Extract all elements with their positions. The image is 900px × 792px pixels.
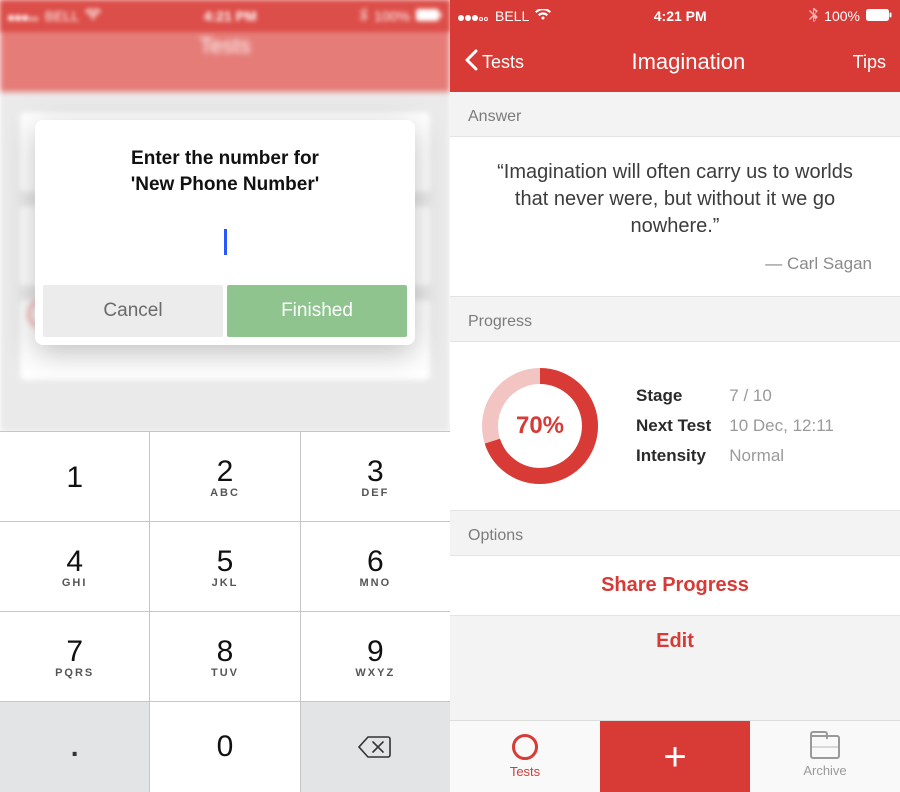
backspace-icon (358, 735, 392, 759)
answer-card: “Imagination will often carry us to worl… (450, 136, 900, 297)
progress-details: Stage 7 / 10 Next Test 10 Dec, 12:11 Int… (636, 386, 834, 466)
options-header: Options (450, 511, 900, 555)
progress-donut: 70% (478, 364, 602, 488)
intensity-label: Intensity (636, 446, 711, 466)
keypad-num: 9 (367, 635, 384, 669)
progress-card: 70% Stage 7 / 10 Next Test 10 Dec, 12:11… (450, 341, 900, 511)
numeric-keypad: 1 2 ABC 3 DEF 4 GHI 5 JKL 6 MNO (0, 431, 450, 792)
status-right: 100% (809, 8, 892, 25)
modal-input[interactable] (35, 227, 415, 257)
progress-percent: 70% (478, 364, 602, 488)
signal-dots-icon (458, 8, 489, 24)
keypad-letters: JKL (212, 577, 239, 589)
tab-tests[interactable]: Tests (450, 721, 600, 792)
nexttest-value: 10 Dec, 12:11 (729, 416, 834, 436)
keypad-num: 6 (367, 545, 384, 579)
keypad-letters: ABC (210, 487, 240, 499)
keypad-8[interactable]: 8 TUV (150, 612, 300, 702)
keypad-period[interactable]: . (0, 702, 150, 792)
phone-right: BELL 4:21 PM 100% Tests Imagination Tips (450, 0, 900, 792)
keypad-num: 3 (367, 455, 384, 489)
answer-header: Answer (450, 92, 900, 136)
keypad-num: 1 (66, 461, 83, 495)
keypad-letters: TUV (211, 667, 239, 679)
chevron-left-icon (464, 49, 478, 76)
keypad-6[interactable]: 6 MNO (301, 522, 450, 612)
plus-icon: + (663, 737, 686, 777)
edit-button-peek[interactable]: Edit (450, 616, 900, 653)
nexttest-label: Next Test (636, 416, 711, 436)
nav-bar: Tests Imagination Tips (450, 32, 900, 92)
intensity-value: Normal (729, 446, 834, 466)
keypad-letters: WXYZ (355, 667, 395, 679)
progress-header: Progress (450, 297, 900, 341)
keypad-3[interactable]: 3 DEF (301, 432, 450, 522)
stage-label: Stage (636, 386, 711, 406)
battery-icon (866, 8, 892, 24)
keypad-num: 7 (66, 635, 83, 669)
status-left: BELL (8, 8, 101, 24)
keypad-num: . (71, 733, 79, 761)
keypad-0[interactable]: 0 (150, 702, 300, 792)
folder-icon (810, 735, 840, 759)
keypad-num: 4 (66, 545, 83, 579)
stage-value: 7 / 10 (729, 386, 834, 406)
bluetooth-icon (809, 8, 818, 25)
status-right: 100% (359, 8, 442, 25)
keypad-letters: PQRS (55, 667, 94, 679)
battery-icon (416, 8, 442, 24)
keypad-7[interactable]: 7 PQRS (0, 612, 150, 702)
keypad-backspace[interactable] (301, 702, 450, 792)
wifi-icon (535, 8, 551, 24)
keypad-num: 5 (217, 545, 234, 579)
carrier-label: BELL (45, 8, 79, 24)
phone-left: Tests BELL 4:21 PM 100% (0, 0, 450, 792)
back-label: Tests (482, 52, 524, 73)
keypad-num: 8 (217, 635, 234, 669)
battery-percent: 100% (374, 8, 410, 24)
share-progress-button[interactable]: Share Progress (450, 555, 900, 616)
status-bar: BELL 4:21 PM 100% (0, 0, 450, 32)
tab-label: Archive (803, 763, 846, 778)
keypad-9[interactable]: 9 WXYZ (301, 612, 450, 702)
enter-number-modal: Enter the number for 'New Phone Number' … (35, 120, 415, 345)
keypad-letters: MNO (359, 577, 391, 589)
status-bar: BELL 4:21 PM 100% (450, 0, 900, 32)
signal-dots-icon (8, 8, 39, 24)
status-time: 4:21 PM (654, 8, 707, 24)
back-button[interactable]: Tests (464, 49, 524, 76)
page-title: Imagination (631, 49, 745, 75)
tab-add[interactable]: + (600, 721, 750, 792)
modal-buttons: Cancel Finished (35, 277, 415, 345)
keypad-letters: GHI (62, 577, 88, 589)
cancel-button[interactable]: Cancel (43, 285, 223, 337)
keypad-4[interactable]: 4 GHI (0, 522, 150, 612)
keypad-num: 2 (217, 455, 234, 489)
blurred-title: Tests (199, 33, 250, 59)
ring-icon (512, 734, 538, 760)
status-left: BELL (458, 8, 551, 24)
carrier-label: BELL (495, 8, 529, 24)
keypad-5[interactable]: 5 JKL (150, 522, 300, 612)
quote-author: — Carl Sagan (478, 254, 872, 274)
finished-button[interactable]: Finished (227, 285, 407, 337)
content-scroll[interactable]: Answer “Imagination will often carry us … (450, 92, 900, 720)
battery-percent: 100% (824, 8, 860, 24)
modal-overlay: Enter the number for 'New Phone Number' … (0, 120, 450, 345)
keypad-2[interactable]: 2 ABC (150, 432, 300, 522)
modal-title: Enter the number for 'New Phone Number' (35, 146, 415, 227)
text-caret-icon (224, 229, 227, 255)
status-time: 4:21 PM (204, 8, 257, 24)
tab-bar: Tests + Archive (450, 720, 900, 792)
keypad-num: 0 (217, 730, 234, 764)
tab-label: Tests (510, 764, 540, 779)
quote-text: “Imagination will often carry us to worl… (478, 159, 872, 240)
bluetooth-icon (359, 8, 368, 25)
keypad-letters: DEF (361, 487, 389, 499)
tab-archive[interactable]: Archive (750, 721, 900, 792)
keypad-1[interactable]: 1 (0, 432, 150, 522)
wifi-icon (85, 8, 101, 24)
tips-button[interactable]: Tips (853, 52, 886, 73)
